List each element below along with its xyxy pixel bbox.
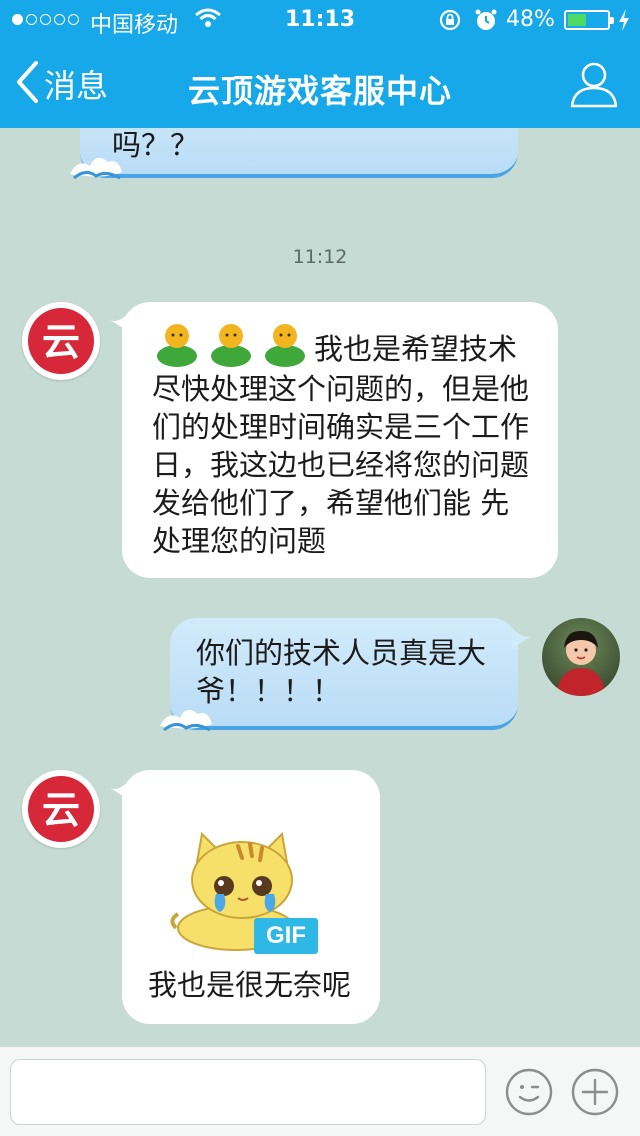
rotation-lock-icon [438, 8, 462, 38]
plus-icon [571, 1068, 619, 1116]
profile-button[interactable] [568, 58, 620, 110]
message-text: 尽快处理这个问题的，但是他们的处理时间确实是三个工作日，我这边也已经将您的问题发… [152, 372, 530, 558]
support-avatar[interactable]: 云 [22, 770, 100, 848]
user-photo-icon [556, 630, 606, 696]
svg-text:云: 云 [42, 320, 80, 364]
gif-message-bubble[interactable]: GIF 我也是很无奈呢 [110, 770, 380, 1024]
green-doll-emoji-icon [211, 324, 251, 367]
status-bar: 中国移动 11:13 48% [0, 0, 640, 40]
navigation-bar: 消息 云顶游戏客服中心 [0, 40, 640, 128]
smiley-icon [505, 1068, 553, 1116]
yunding-logo-icon: 云 [28, 776, 94, 842]
message-text-line1: 我也是希望技术 [314, 332, 518, 366]
gif-caption: 我也是很无奈呢 [148, 968, 352, 1002]
yunding-logo-icon: 云 [28, 308, 94, 374]
top-header: 中国移动 11:13 48% 消息 云顶游戏客服中心 [0, 0, 640, 128]
support-avatar[interactable]: 云 [22, 302, 100, 380]
message-input[interactable] [10, 1059, 486, 1125]
chat-scroll-area[interactable]: 吗？？ 11:12 云 我也是希望技术 尽快处理这个问题的，但是他们的处理时间确… [0, 128, 640, 1046]
gif-badge: GIF [254, 918, 318, 954]
charging-bolt-icon [618, 8, 630, 38]
emoji-button[interactable] [504, 1067, 554, 1117]
battery-percent: 48% [506, 7, 555, 32]
message-bubble-outgoing[interactable]: 吗？？ [70, 128, 518, 180]
alarm-icon [474, 8, 498, 38]
page-title: 云顶游戏客服中心 [187, 72, 452, 110]
more-options-button[interactable] [570, 1067, 620, 1117]
green-doll-emoji-icon [265, 324, 305, 367]
svg-text:云: 云 [42, 788, 80, 832]
message-text: 你们的技术人员真是大爷！！！！ [196, 636, 487, 708]
wave-bubble-decoration-icon [160, 709, 212, 732]
wave-bubble-decoration-icon [70, 157, 122, 180]
message-bubble-incoming[interactable]: 我也是希望技术 尽快处理这个问题的，但是他们的处理时间确实是三个工作日，我这边也… [110, 302, 558, 578]
message-timestamp: 11:12 [292, 246, 348, 268]
battery-icon [564, 10, 614, 30]
green-doll-emoji-icon [157, 324, 197, 367]
message-bubble-outgoing[interactable]: 你们的技术人员真是大爷！！！！ [160, 618, 532, 732]
person-icon [570, 62, 618, 108]
user-avatar[interactable] [542, 618, 620, 696]
input-bar [0, 1046, 640, 1136]
